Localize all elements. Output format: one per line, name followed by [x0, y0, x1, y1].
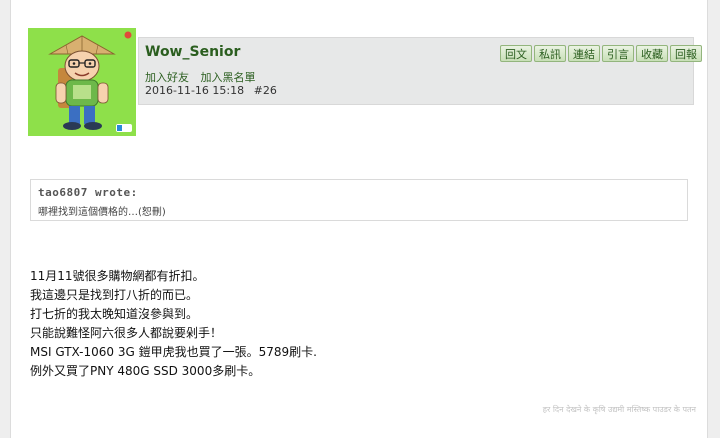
cartoon-hiker-icon	[28, 28, 136, 136]
private-message-button[interactable]: 私訊	[534, 45, 566, 62]
left-page-gutter	[0, 0, 10, 438]
add-blacklist-link[interactable]: 加入黑名單	[201, 71, 256, 84]
user-links: 加入好友 加入黑名單	[145, 69, 264, 85]
post-line: 11月11號很多購物網都有折扣。	[30, 269, 205, 283]
post-timestamp: 2016-11-16 15:18	[145, 84, 245, 97]
quote-button[interactable]: 引言	[602, 45, 634, 62]
reply-button[interactable]: 回文	[500, 45, 532, 62]
avatar[interactable]	[28, 28, 136, 136]
bookmark-button[interactable]: 收藏	[636, 45, 668, 62]
footer-watermark: हर दिन देखने के कृषि उद्यमी मस्तिष्क पाउ…	[542, 405, 696, 414]
link-button[interactable]: 連結	[568, 45, 600, 62]
right-page-gutter	[708, 0, 720, 438]
left-gutter-border	[10, 0, 11, 438]
post-line: MSI GTX-1060 3G 鎧甲虎我也買了一張。5789刷卡.	[30, 345, 317, 359]
quote-author: tao6807 wrote:	[38, 186, 138, 199]
post-line: 只能說難怪阿六很多人都說要剁手！	[30, 326, 223, 340]
post-line: 我這邊只是找到打八折的而已。	[30, 288, 199, 302]
post-floor-number[interactable]: #26	[254, 84, 277, 97]
add-friend-link[interactable]: 加入好友	[145, 71, 189, 84]
post-action-buttons: 回文 私訊 連結 引言 收藏 回報	[500, 45, 702, 62]
report-button[interactable]: 回報	[670, 45, 702, 62]
right-gutter-border	[707, 0, 708, 438]
username-link[interactable]: Wow_Senior	[145, 44, 240, 60]
quote-block: tao6807 wrote: 哪裡找到這個價格的…(恕刪)	[30, 179, 688, 221]
post-meta: 2016-11-16 15:18 #26	[145, 84, 283, 97]
post-body: 11月11號很多購物網都有折扣。 我這邊只是找到打八折的而已。 打七折的我太晚知…	[30, 267, 317, 381]
post-line: 例外又買了PNY 480G SSD 3000多刷卡。	[30, 364, 261, 378]
post-line: 打七折的我太晚知道沒參與到。	[30, 307, 199, 321]
quote-text: 哪裡找到這個價格的…(恕刪)	[38, 207, 166, 218]
